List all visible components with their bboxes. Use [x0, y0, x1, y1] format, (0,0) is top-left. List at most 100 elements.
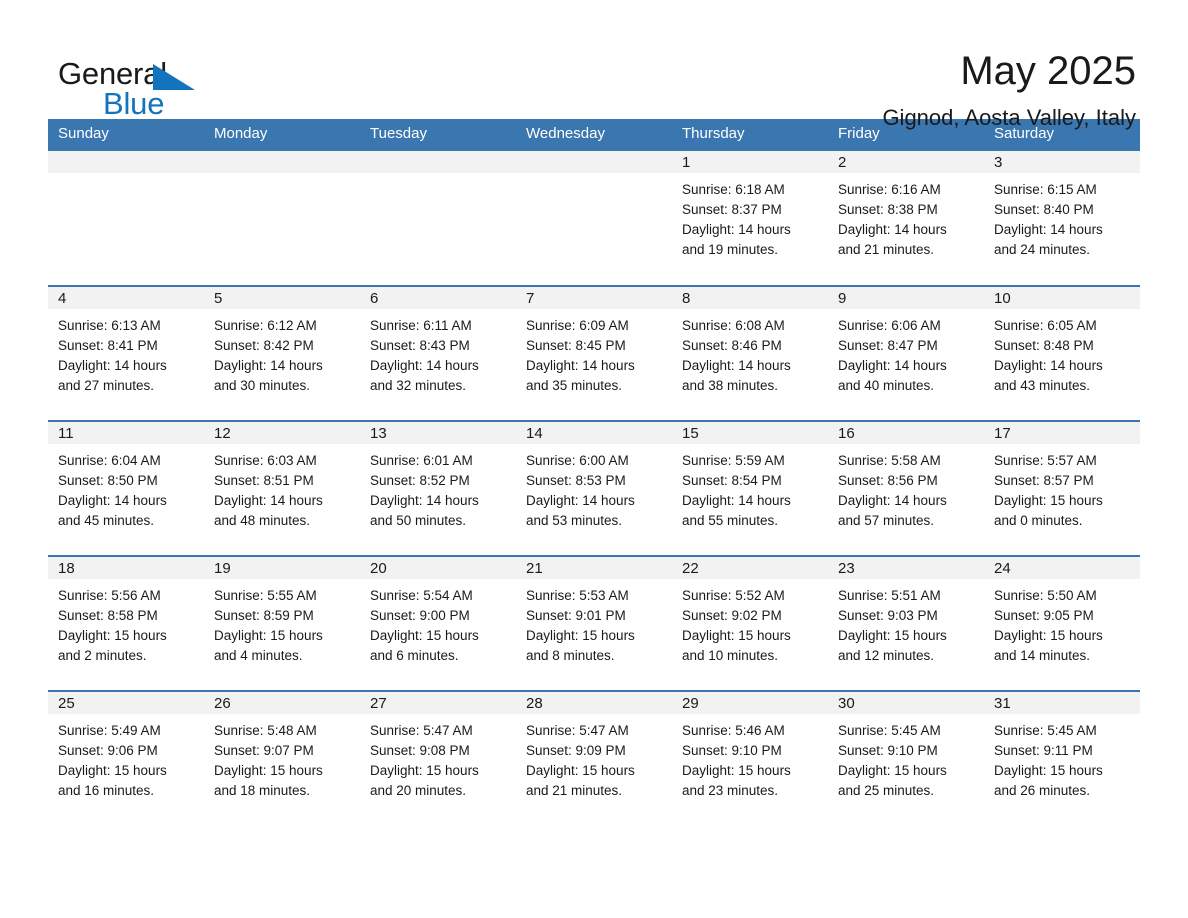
- calendar-day-cell[interactable]: 12 Sunrise: 6:03 AM Sunset: 8:51 PM Dayligh…: [204, 422, 360, 555]
- calendar-day-cell[interactable]: 26 Sunrise: 5:48 AM Sunset: 9:07 PM Dayligh…: [204, 692, 360, 825]
- sunrise-time: Sunrise: 5:46 AM: [682, 723, 785, 738]
- sunrise-time: Sunrise: 6:15 AM: [994, 182, 1097, 197]
- page-header: General Blue May 2025 Gignod, Aosta Vall…: [0, 0, 1188, 130]
- calendar-day-cell[interactable]: 6 Sunrise: 6:11 AM Sunset: 8:43 PM Daylight…: [360, 287, 516, 420]
- calendar-day-cell[interactable]: 30 Sunrise: 5:45 AM Sunset: 9:10 PM Dayligh…: [828, 692, 984, 825]
- day-number: 21: [516, 557, 672, 579]
- calendar-day-cell[interactable]: 3 Sunrise: 6:15 AM Sunset: 8:40 PM Daylight…: [984, 151, 1140, 285]
- calendar-day-cell[interactable]: 8 Sunrise: 6:08 AM Sunset: 8:46 PM Daylight…: [672, 287, 828, 420]
- calendar-day-cell[interactable]: 1 Sunrise: 6:18 AM Sunset: 8:37 PM Daylight…: [672, 151, 828, 285]
- calendar-day-cell[interactable]: 10 Sunrise: 6:05 AM Sunset: 8:48 PM Dayligh…: [984, 287, 1140, 420]
- calendar-day-cell[interactable]: 4 Sunrise: 6:13 AM Sunset: 8:41 PM Daylight…: [48, 287, 204, 420]
- calendar-day-cell[interactable]: 20 Sunrise: 5:54 AM Sunset: 9:00 PM Dayligh…: [360, 557, 516, 690]
- weekday-wednesday: Wednesday: [526, 125, 605, 142]
- weekday-saturday: Saturday: [994, 125, 1055, 142]
- day-details: Sunrise: 5:56 AM Sunset: 8:58 PM Daylight:…: [48, 579, 204, 666]
- logo-text-blue: Blue: [103, 86, 165, 121]
- day-details: Sunrise: 5:55 AM Sunset: 8:59 PM Daylight:…: [204, 579, 360, 666]
- calendar-day-cell[interactable]: 21 Sunrise: 5:53 AM Sunset: 9:01 PM Dayligh…: [516, 557, 672, 690]
- sunrise-time: Sunrise: 6:09 AM: [526, 318, 629, 333]
- calendar-day-cell[interactable]: 16 Sunrise: 5:58 AM Sunset: 8:56 PM Dayligh…: [828, 422, 984, 555]
- day-number: [48, 151, 204, 173]
- daylight-duration-line2: and 50 minutes.: [370, 513, 467, 528]
- day-details: Sunrise: 6:03 AM Sunset: 8:51 PM Daylight:…: [204, 444, 360, 531]
- sunset-time: Sunset: 9:07 PM: [214, 743, 314, 758]
- day-number: 12: [204, 422, 360, 444]
- weekday-header-row: Sunday Monday Tuesday Wednesday Thursday…: [48, 119, 1140, 149]
- day-details: Sunrise: 5:50 AM Sunset: 9:05 PM Daylight:…: [984, 579, 1140, 666]
- calendar-day-cell-empty: [516, 151, 672, 285]
- page-title: May 2025: [960, 49, 1136, 93]
- daylight-duration-line1: Daylight: 15 hours: [58, 763, 167, 778]
- weekday-tuesday: Tuesday: [370, 125, 427, 142]
- daylight-duration-line2: and 26 minutes.: [994, 783, 1091, 798]
- daylight-duration-line2: and 21 minutes.: [526, 783, 623, 798]
- day-details: Sunrise: 6:01 AM Sunset: 8:52 PM Daylight:…: [360, 444, 516, 531]
- generalblue-logo[interactable]: General Blue: [58, 48, 208, 120]
- daylight-duration-line2: and 53 minutes.: [526, 513, 623, 528]
- daylight-duration-line2: and 45 minutes.: [58, 513, 155, 528]
- calendar-day-cell[interactable]: 14 Sunrise: 6:00 AM Sunset: 8:53 PM Dayligh…: [516, 422, 672, 555]
- sunset-time: Sunset: 8:54 PM: [682, 473, 782, 488]
- daylight-duration-line2: and 38 minutes.: [682, 378, 779, 393]
- calendar-week-row: 11 Sunrise: 6:04 AM Sunset: 8:50 PM Dayligh…: [48, 420, 1140, 555]
- calendar-day-cell[interactable]: 13 Sunrise: 6:01 AM Sunset: 8:52 PM Dayligh…: [360, 422, 516, 555]
- calendar-day-cell[interactable]: 31 Sunrise: 5:45 AM Sunset: 9:11 PM Dayligh…: [984, 692, 1140, 825]
- day-details: Sunrise: 5:45 AM Sunset: 9:11 PM Daylight:…: [984, 714, 1140, 801]
- calendar-day-cell[interactable]: 23 Sunrise: 5:51 AM Sunset: 9:03 PM Dayligh…: [828, 557, 984, 690]
- calendar-day-cell[interactable]: 27 Sunrise: 5:47 AM Sunset: 9:08 PM Dayligh…: [360, 692, 516, 825]
- daylight-duration-line1: Daylight: 15 hours: [526, 763, 635, 778]
- calendar-day-cell[interactable]: 11 Sunrise: 6:04 AM Sunset: 8:50 PM Dayligh…: [48, 422, 204, 555]
- daylight-duration-line1: Daylight: 15 hours: [214, 628, 323, 643]
- calendar-week-row: 25 Sunrise: 5:49 AM Sunset: 9:06 PM Dayligh…: [48, 690, 1140, 825]
- daylight-duration-line2: and 32 minutes.: [370, 378, 467, 393]
- day-number: 25: [48, 692, 204, 714]
- calendar-day-cell[interactable]: 9 Sunrise: 6:06 AM Sunset: 8:47 PM Daylight…: [828, 287, 984, 420]
- calendar-day-cell[interactable]: 29 Sunrise: 5:46 AM Sunset: 9:10 PM Dayligh…: [672, 692, 828, 825]
- sunset-time: Sunset: 9:09 PM: [526, 743, 626, 758]
- sunset-time: Sunset: 9:06 PM: [58, 743, 158, 758]
- sunset-time: Sunset: 9:00 PM: [370, 608, 470, 623]
- calendar-day-cell[interactable]: 15 Sunrise: 5:59 AM Sunset: 8:54 PM Dayligh…: [672, 422, 828, 555]
- daylight-duration-line1: Daylight: 15 hours: [526, 628, 635, 643]
- sunrise-time: Sunrise: 5:56 AM: [58, 588, 161, 603]
- sunrise-time: Sunrise: 5:54 AM: [370, 588, 473, 603]
- day-number: 23: [828, 557, 984, 579]
- daylight-duration-line1: Daylight: 15 hours: [214, 763, 323, 778]
- day-details: Sunrise: 5:46 AM Sunset: 9:10 PM Daylight:…: [672, 714, 828, 801]
- calendar-day-cell[interactable]: 5 Sunrise: 6:12 AM Sunset: 8:42 PM Daylight…: [204, 287, 360, 420]
- day-details: Sunrise: 5:49 AM Sunset: 9:06 PM Daylight:…: [48, 714, 204, 801]
- calendar-week-row: 1 Sunrise: 6:18 AM Sunset: 8:37 PM Daylight…: [48, 149, 1140, 285]
- calendar-day-cell[interactable]: 19 Sunrise: 5:55 AM Sunset: 8:59 PM Dayligh…: [204, 557, 360, 690]
- calendar-day-cell[interactable]: 18 Sunrise: 5:56 AM Sunset: 8:58 PM Dayligh…: [48, 557, 204, 690]
- sunrise-time: Sunrise: 5:51 AM: [838, 588, 941, 603]
- sunrise-time: Sunrise: 6:01 AM: [370, 453, 473, 468]
- day-details: Sunrise: 6:11 AM Sunset: 8:43 PM Daylight:…: [360, 309, 516, 396]
- calendar-day-cell[interactable]: 17 Sunrise: 5:57 AM Sunset: 8:57 PM Dayligh…: [984, 422, 1140, 555]
- day-number: 18: [48, 557, 204, 579]
- daylight-duration-line1: Daylight: 14 hours: [682, 358, 791, 373]
- calendar-day-cell[interactable]: 7 Sunrise: 6:09 AM Sunset: 8:45 PM Daylight…: [516, 287, 672, 420]
- day-number: 20: [360, 557, 516, 579]
- day-number: 10: [984, 287, 1140, 309]
- calendar-day-cell[interactable]: 22 Sunrise: 5:52 AM Sunset: 9:02 PM Dayligh…: [672, 557, 828, 690]
- calendar-day-cell[interactable]: 2 Sunrise: 6:16 AM Sunset: 8:38 PM Daylight…: [828, 151, 984, 285]
- calendar-day-cell[interactable]: 24 Sunrise: 5:50 AM Sunset: 9:05 PM Dayligh…: [984, 557, 1140, 690]
- sunrise-time: Sunrise: 5:55 AM: [214, 588, 317, 603]
- calendar-page: General Blue May 2025 Gignod, Aosta Vall…: [0, 0, 1188, 918]
- sunset-time: Sunset: 8:46 PM: [682, 338, 782, 353]
- calendar-week-row: 18 Sunrise: 5:56 AM Sunset: 8:58 PM Dayligh…: [48, 555, 1140, 690]
- daylight-duration-line1: Daylight: 14 hours: [370, 493, 479, 508]
- daylight-duration-line1: Daylight: 15 hours: [370, 628, 479, 643]
- weekday-monday: Monday: [214, 125, 268, 142]
- daylight-duration-line1: Daylight: 14 hours: [214, 358, 323, 373]
- calendar-day-cell[interactable]: 25 Sunrise: 5:49 AM Sunset: 9:06 PM Dayligh…: [48, 692, 204, 825]
- sunrise-time: Sunrise: 6:06 AM: [838, 318, 941, 333]
- calendar-day-cell[interactable]: 28 Sunrise: 5:47 AM Sunset: 9:09 PM Dayligh…: [516, 692, 672, 825]
- weekday-thursday: Thursday: [682, 125, 745, 142]
- day-number: 2: [828, 151, 984, 173]
- day-number: 28: [516, 692, 672, 714]
- daylight-duration-line2: and 12 minutes.: [838, 648, 935, 663]
- day-details: Sunrise: 5:52 AM Sunset: 9:02 PM Daylight:…: [672, 579, 828, 666]
- calendar-day-cell-empty: [48, 151, 204, 285]
